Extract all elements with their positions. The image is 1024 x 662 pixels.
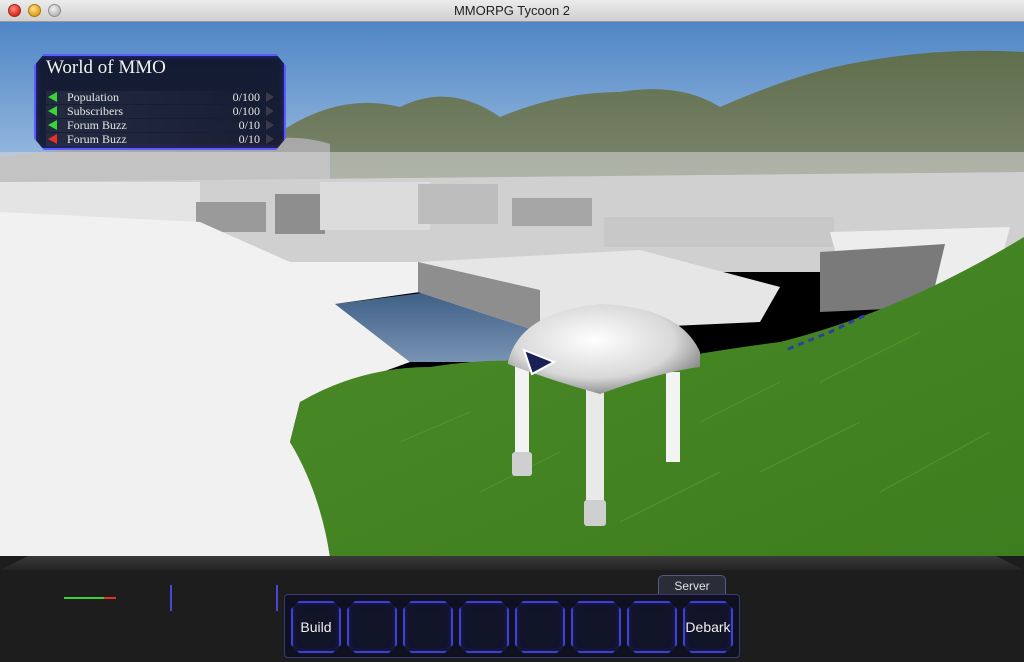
stat-row-subscribers: Subscribers 0/100 (46, 104, 274, 118)
scroll-marker (276, 585, 278, 611)
stat-label: Forum Buzz (67, 118, 127, 132)
toolbar-slot-3[interactable] (403, 601, 453, 653)
trend-up-icon (48, 92, 57, 102)
window-title: MMORPG Tycoon 2 (453, 3, 571, 18)
bottom-bar-bevel (0, 556, 1024, 570)
stat-value: 0/100 (232, 104, 260, 118)
trend-up-icon (48, 120, 57, 130)
stat-row-end-icon (266, 92, 274, 102)
stat-row-end-icon (266, 106, 274, 116)
toolbar-slot-6[interactable] (571, 601, 621, 653)
stat-row-population: Population 0/100 (46, 90, 274, 104)
toolbar-slot-2[interactable] (347, 601, 397, 653)
stat-value: 0/10 (238, 118, 260, 132)
stat-label: Subscribers (67, 104, 123, 118)
scroll-marker (170, 585, 172, 611)
stat-row-end-icon (266, 134, 274, 144)
progress-indicator-green (64, 597, 104, 599)
stat-row-end-icon (266, 120, 274, 130)
progress-indicator-red (104, 597, 116, 599)
world-name: World of MMO (46, 57, 166, 78)
debark-button[interactable]: Debark (683, 601, 733, 653)
stat-label: Population (67, 90, 120, 104)
stat-row-forum-buzz: Forum Buzz 0/10 (46, 118, 274, 132)
stat-label: Forum Buzz (67, 132, 127, 146)
toolbar-slot-5[interactable] (515, 601, 565, 653)
build-button[interactable]: Build (291, 601, 341, 653)
stat-value: 0/100 (232, 90, 260, 104)
stat-row-forum-buzz-2: Forum Buzz 0/10 (46, 132, 274, 146)
toolbar-slot-4[interactable] (459, 601, 509, 653)
stat-value: 0/10 (238, 132, 260, 146)
server-tab[interactable]: Server (658, 575, 726, 596)
trend-up-icon (48, 106, 57, 116)
toolbar-slot-7[interactable] (627, 601, 677, 653)
action-toolbar: Build Debark (284, 594, 740, 658)
world-stats-panel: World of MMO Population 0/100 Subscriber… (34, 54, 286, 150)
window-titlebar: MMORPG Tycoon 2 (0, 0, 1024, 22)
trend-down-icon (48, 134, 57, 144)
